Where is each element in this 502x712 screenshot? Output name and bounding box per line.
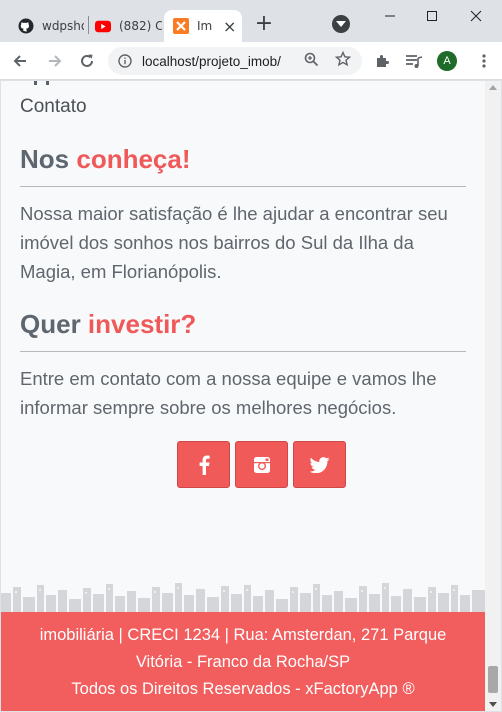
tab-search-button[interactable] xyxy=(332,15,350,33)
about-text: Nossa maior satisfação é lhe ajudar a en… xyxy=(20,203,448,282)
scroll-up-arrow-icon[interactable] xyxy=(489,85,497,90)
scroll-down-arrow-icon[interactable] xyxy=(489,702,497,707)
city-skyline-illustration xyxy=(1,583,485,612)
arrow-left-icon xyxy=(13,55,26,67)
maximize-button[interactable] xyxy=(414,4,450,28)
playlist-icon xyxy=(406,55,423,68)
more-vertical-icon xyxy=(482,54,486,68)
close-window-button[interactable] xyxy=(458,4,494,28)
section-divider xyxy=(20,186,466,187)
instagram-icon xyxy=(253,456,270,473)
tab-label: wdpsho xyxy=(42,19,84,33)
page-footer: imobiliária | CRECI 1234 | Rua: Amsterda… xyxy=(1,612,485,711)
media-control-button[interactable] xyxy=(401,48,427,74)
address-text[interactable]: localhost/projeto_imob/ xyxy=(142,54,292,69)
bookmark-star-icon[interactable] xyxy=(334,50,352,71)
footer-copyright: Todos os Direitos Reservados - xFactoryA… xyxy=(71,680,415,698)
forward-button[interactable] xyxy=(42,48,68,74)
about-title: Nos conheça! xyxy=(20,144,191,175)
info-icon[interactable] xyxy=(118,54,132,68)
close-icon[interactable]: × xyxy=(223,17,236,36)
clipped-text-fragment xyxy=(34,81,49,85)
extensions-button[interactable] xyxy=(369,48,395,74)
back-button[interactable] xyxy=(7,48,33,74)
nav-item-contato[interactable]: Contato xyxy=(20,96,87,118)
page-viewport: Contato Nos conheça! Nossa maior satisfa… xyxy=(1,81,485,711)
reload-button[interactable] xyxy=(74,48,100,74)
tab-youtube[interactable]: (882) C xyxy=(92,10,162,42)
maximize-icon xyxy=(427,11,437,21)
invest-title-plain: Quer xyxy=(20,309,81,339)
reload-icon xyxy=(81,54,93,67)
tab-github[interactable]: wdpsho xyxy=(10,10,84,42)
xampp-icon xyxy=(173,18,189,34)
close-icon xyxy=(470,10,482,22)
arrow-right-icon xyxy=(49,55,62,67)
menu-button[interactable] xyxy=(471,48,497,74)
invest-title-accent: investir? xyxy=(87,309,197,339)
invest-text: Entre em contato com a nossa equipe e va… xyxy=(20,368,437,418)
zoom-icon[interactable] xyxy=(304,52,319,71)
facebook-button[interactable] xyxy=(177,441,230,488)
instagram-button[interactable] xyxy=(235,441,288,488)
puzzle-icon xyxy=(377,55,389,67)
tab-separator xyxy=(88,16,89,34)
address-bar[interactable]: localhost/projeto_imob/ xyxy=(108,47,362,75)
tab-label: (882) C xyxy=(119,19,162,33)
browser-toolbar: localhost/projeto_imob/ A xyxy=(0,42,502,80)
new-tab-button[interactable]: + xyxy=(252,13,276,37)
twitter-button[interactable] xyxy=(293,441,346,488)
github-icon xyxy=(18,18,34,34)
tab-label: Imo xyxy=(197,19,213,33)
invest-title: Quer investir? xyxy=(20,309,196,340)
about-title-accent: conheça! xyxy=(76,144,191,174)
minimize-icon xyxy=(385,15,395,17)
footer-address-line2: Vitória - Franco da Rocha/SP xyxy=(135,653,351,671)
social-buttons xyxy=(177,441,346,488)
page-scrollbar[interactable] xyxy=(485,81,501,711)
footer-address-line1: imobiliária | CRECI 1234 | Rua: Amsterda… xyxy=(39,626,447,644)
nav-item-partial[interactable] xyxy=(20,81,80,91)
section-divider xyxy=(20,351,466,352)
chevron-down-icon xyxy=(336,21,346,27)
browser-titlebar: wdpsho (882) C Imo × + xyxy=(0,0,502,46)
youtube-icon xyxy=(95,18,111,34)
scrollbar-thumb[interactable] xyxy=(488,666,498,693)
profile-avatar[interactable]: A xyxy=(437,51,457,71)
minimize-button[interactable] xyxy=(372,4,408,28)
twitter-icon xyxy=(309,456,329,473)
tab-active-imob[interactable]: Imo × xyxy=(164,10,242,42)
about-title-plain: Nos xyxy=(20,144,70,174)
facebook-icon xyxy=(199,455,210,475)
